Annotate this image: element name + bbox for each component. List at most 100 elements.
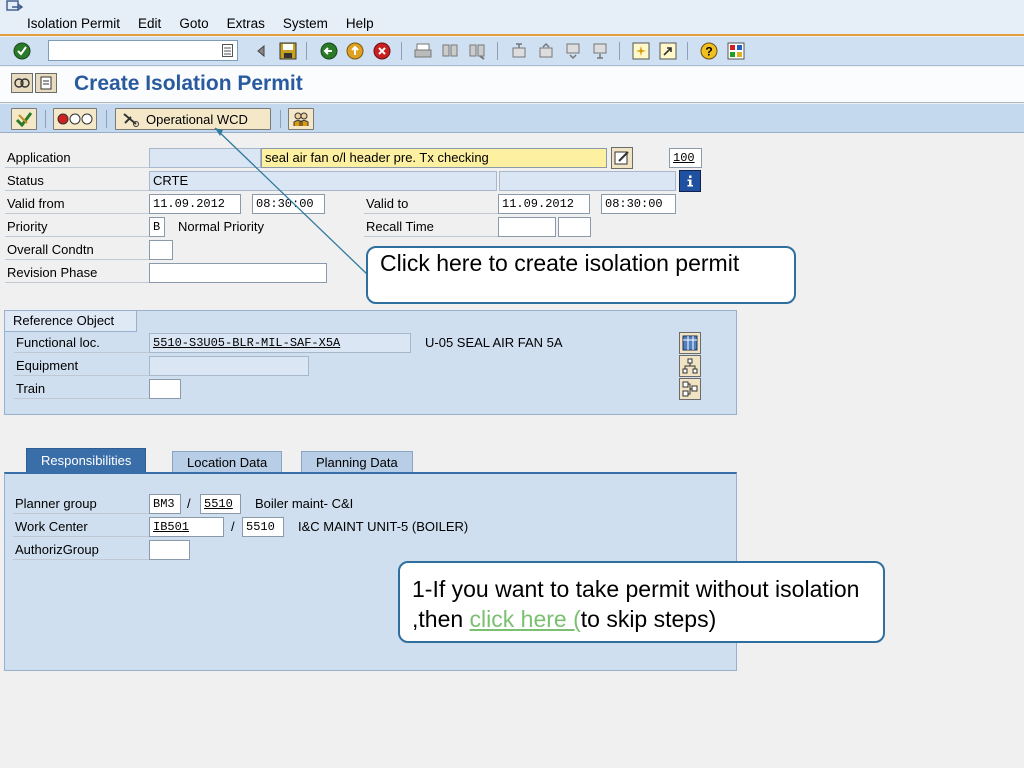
enter-check-icon[interactable] [13, 42, 31, 60]
document-icon[interactable] [35, 73, 57, 93]
priority-text: Normal Priority [178, 219, 264, 234]
display-change-icon[interactable] [11, 73, 33, 93]
find-icon[interactable] [441, 42, 459, 60]
operational-wcd-button[interactable]: Operational WCD [115, 108, 271, 130]
first-page-icon[interactable] [510, 42, 528, 60]
svg-text:?: ? [705, 45, 712, 59]
menu-edit[interactable]: Edit [138, 16, 161, 31]
status-label: Status [5, 171, 149, 191]
next-page-icon[interactable] [564, 42, 582, 60]
menu-bar: Isolation Permit Edit Goto Extras System… [0, 0, 1024, 36]
back-icon[interactable] [320, 42, 338, 60]
wcd-icon [123, 113, 139, 127]
skip-steps-callout: 1-If you want to take permit without iso… [398, 561, 885, 643]
work-center-text: I&C MAINT UNIT-5 (BOILER) [298, 519, 469, 534]
work-center-field[interactable]: IB501 [149, 517, 224, 537]
application-number-field[interactable]: 100 [669, 148, 702, 168]
hierarchy-icon[interactable] [679, 355, 701, 377]
valid-to-time-field[interactable]: 08:30:00 [601, 194, 676, 214]
application-label: Application [5, 148, 149, 168]
tab-responsibilities[interactable]: Responsibilities [26, 448, 147, 472]
tab-planning-data[interactable]: Planning Data [301, 451, 413, 472]
skip-steps-suffix: to skip steps) [580, 606, 717, 632]
people-button[interactable] [288, 108, 314, 130]
functional-loc-label: Functional loc. [14, 333, 149, 353]
authoriz-group-label: AuthorizGroup [13, 540, 149, 560]
app-menu-icon[interactable] [6, 0, 24, 14]
application-description-field[interactable]: seal air fan o/l header pre. Tx checking [261, 148, 607, 168]
page-title: Create Isolation Permit [74, 72, 303, 95]
back-arrow-icon[interactable] [252, 42, 270, 60]
revision-phase-label: Revision Phase [5, 263, 149, 283]
check-icon [15, 112, 33, 127]
people-icon [293, 112, 309, 126]
skip-steps-link[interactable]: click here ( [470, 606, 581, 632]
edit-text-icon[interactable] [611, 147, 633, 169]
recall-time-unit-field[interactable] [558, 217, 591, 237]
priority-field[interactable]: B [149, 217, 165, 237]
print-icon[interactable] [414, 42, 432, 60]
status-detail-field [499, 171, 676, 191]
operational-wcd-label: Operational WCD [146, 111, 248, 127]
valid-from-time-field[interactable]: 08:30:00 [252, 194, 325, 214]
train-field[interactable] [149, 379, 181, 399]
structure-list-icon[interactable] [679, 332, 701, 354]
priority-label: Priority [5, 217, 149, 237]
tab-location-data[interactable]: Location Data [172, 451, 283, 472]
info-icon[interactable] [679, 170, 701, 192]
reference-object-title: Reference Object [5, 311, 138, 332]
planner-group-separator: / [187, 496, 191, 511]
last-page-icon[interactable] [591, 42, 609, 60]
tab-strip: Responsibilities Location Data Planning … [4, 448, 737, 472]
save-icon[interactable] [279, 42, 297, 60]
command-history-icon[interactable] [222, 44, 233, 57]
help-icon[interactable]: ? [700, 42, 718, 60]
planner-group-field[interactable]: BM3 [149, 494, 181, 514]
functional-loc-field[interactable]: 5510-S3U05-BLR-MIL-SAF-X5A [149, 333, 411, 353]
valid-from-date-field[interactable]: 11.09.2012 [149, 194, 241, 214]
work-center-plant-field[interactable]: 5510 [242, 517, 284, 537]
planner-group-label: Planner group [13, 494, 149, 514]
command-field[interactable] [48, 40, 238, 61]
planner-group-text: Boiler maint- C&I [255, 496, 354, 511]
title-bar: Create Isolation Permit [0, 67, 1024, 103]
application-toolbar: Operational WCD [0, 104, 1024, 133]
overall-condtn-field[interactable] [149, 240, 173, 260]
recall-time-field[interactable] [498, 217, 556, 237]
create-permit-callout-text: Click here to create isolation permit [380, 250, 740, 276]
equipment-label: Equipment [14, 356, 149, 376]
menu-extras[interactable]: Extras [227, 16, 265, 31]
train-label: Train [14, 379, 149, 399]
authoriz-group-field[interactable] [149, 540, 190, 560]
work-center-label: Work Center [13, 517, 149, 537]
system-toolbar: ? [0, 37, 1024, 66]
menu-system[interactable]: System [283, 16, 328, 31]
valid-to-label: Valid to [364, 194, 498, 214]
cancel-icon[interactable] [373, 42, 391, 60]
create-permit-callout: Click here to create isolation permit [366, 246, 796, 304]
status-field: CRTE [149, 171, 497, 191]
application-field[interactable] [149, 148, 261, 168]
planner-group-plant-field[interactable]: 5510 [200, 494, 241, 514]
traffic-light-icon [57, 113, 93, 125]
overall-condtn-label: Overall Condtn [5, 240, 149, 260]
shortcut-icon[interactable] [659, 42, 677, 60]
structure-graphic-icon[interactable] [679, 378, 701, 400]
valid-to-date-field[interactable]: 11.09.2012 [498, 194, 590, 214]
traffic-light-button[interactable] [53, 108, 97, 130]
recall-time-label: Recall Time [364, 217, 498, 237]
exit-icon[interactable] [346, 42, 364, 60]
command-input[interactable] [49, 41, 214, 60]
previous-page-icon[interactable] [537, 42, 555, 60]
check-button[interactable] [11, 108, 37, 130]
menu-help[interactable]: Help [346, 16, 374, 31]
menu-goto[interactable]: Goto [179, 16, 208, 31]
equipment-field[interactable] [149, 356, 309, 376]
valid-from-label: Valid from [5, 194, 149, 214]
menu-isolation-permit[interactable]: Isolation Permit [27, 16, 120, 31]
new-session-icon[interactable] [632, 42, 650, 60]
revision-phase-field[interactable] [149, 263, 327, 283]
layout-menu-icon[interactable] [727, 42, 745, 60]
find-next-icon[interactable] [468, 42, 486, 60]
functional-loc-text: U-05 SEAL AIR FAN 5A [425, 335, 563, 350]
